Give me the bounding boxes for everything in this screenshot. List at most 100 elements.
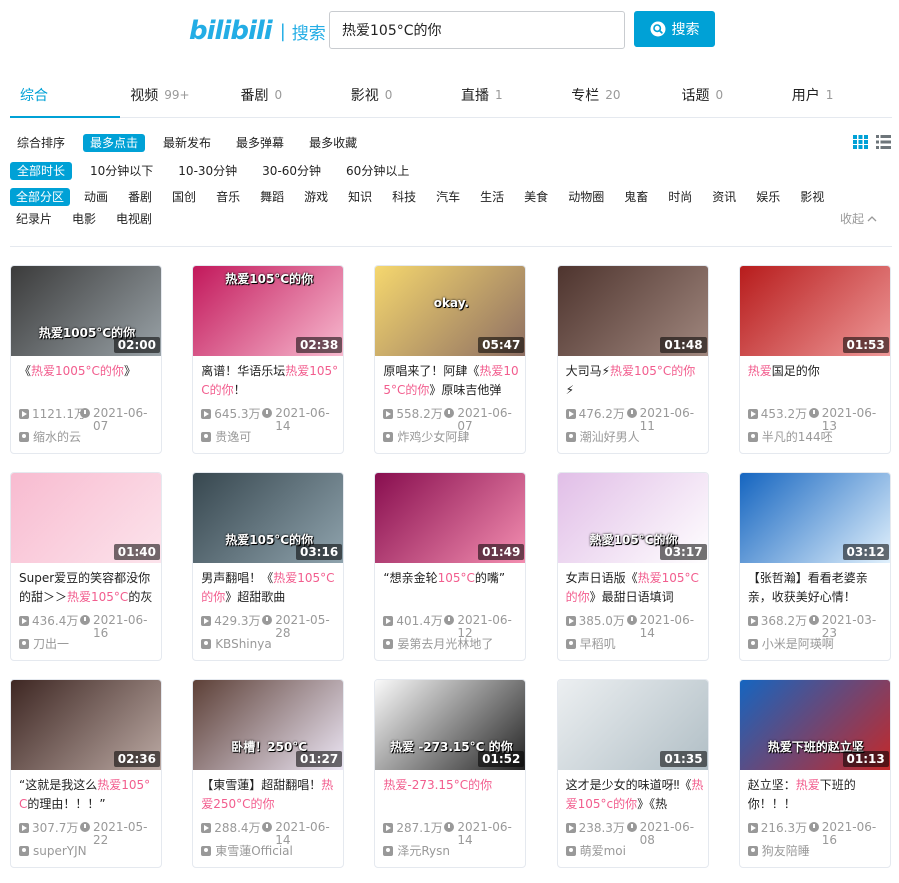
video-card[interactable]: 热爱105°C的你 03:16 男声翻唱！《热爱105°C的你》超甜歌曲 429.3万… (192, 472, 345, 661)
uploader[interactable]: 萌爱moi (565, 844, 626, 858)
video-title[interactable]: 大司马⚡热爱105°C的你 ⚡ (566, 362, 704, 400)
zone-chip[interactable]: 科技 (386, 188, 422, 206)
video-title[interactable]: 这才是少女的味道呀‼《热爱105°c的你》《热 (566, 776, 704, 814)
zone-chip[interactable]: 全部分区 (10, 188, 71, 206)
duration-chip[interactable]: 10-30分钟 (171, 162, 244, 180)
video-thumbnail[interactable]: 卧槽！250°C 01:27 (193, 680, 344, 770)
video-thumbnail[interactable]: 01:53 (739, 266, 890, 356)
video-card[interactable]: 热爱 -273.15°C 的你 01:52 热爱-273.15°C的你 287.1万 2… (374, 679, 527, 868)
duration-chip[interactable]: 60分钟以上 (339, 162, 416, 180)
zone-chip[interactable]: 电视剧 (110, 210, 158, 228)
search-input[interactable] (330, 12, 624, 48)
search-button[interactable]: 搜索 (634, 11, 715, 47)
zone-chip[interactable]: 纪录片 (10, 210, 58, 228)
video-card[interactable]: okay. 05:47 原唱来了！阿肆《热爱105°C的你》原味吉他弹 558.2万 2… (374, 265, 527, 454)
video-card[interactable]: 01:35 这才是少女的味道呀‼《热爱105°c的你》《热 238.3万 2021-0… (556, 679, 709, 868)
uploader[interactable]: superYJN (19, 844, 87, 858)
video-title[interactable]: 热爱-273.15°C的你 (383, 776, 521, 814)
video-title[interactable]: 《热爱1005°C的你》 (19, 362, 157, 400)
sort-chip[interactable]: 最多弹幕 (229, 134, 291, 152)
sort-chip[interactable]: 最多收藏 (302, 134, 364, 152)
uploader[interactable]: 炸鸡少女阿肆 (383, 430, 469, 444)
uploader[interactable]: 泽元Rysn (383, 844, 450, 858)
video-thumbnail[interactable]: 01:48 (557, 266, 708, 356)
grid-view-icon[interactable] (853, 135, 868, 149)
sort-chip[interactable]: 综合排序 (10, 134, 72, 152)
zone-chip[interactable]: 游戏 (298, 188, 334, 206)
duration-chip[interactable]: 30-60分钟 (255, 162, 328, 180)
video-card[interactable]: 热爱下班的赵立坚 01:13 赵立坚：热爱下班的你！！！ 216.3万 2021-06-… (738, 679, 891, 868)
video-card[interactable]: 02:36 “这就是我这么热爱105°C的理由！！！” 307.7万 2021-05-… (10, 679, 162, 868)
video-thumbnail[interactable]: 热爱105°C的你 03:16 (193, 473, 344, 563)
video-title[interactable]: “这就是我这么热爱105°C的理由！！！” (19, 776, 157, 814)
duration-chip[interactable]: 全部时长 (10, 162, 73, 180)
video-thumbnail[interactable]: 熱愛105°C的你 03:17 (557, 473, 708, 563)
uploader[interactable]: 小米是阿瑛啊 (747, 637, 834, 651)
sort-chip[interactable]: 最新发布 (156, 134, 218, 152)
zone-chip[interactable]: 音乐 (210, 188, 246, 206)
video-title[interactable]: 赵立坚：热爱下班的你！！！ (748, 776, 886, 814)
tab-7[interactable]: 用户 1 (782, 72, 892, 117)
video-card[interactable]: 03:12 【张哲瀚】看看老婆亲亲，收获美好心情！ 368.2万 2021-03-23… (738, 472, 891, 661)
tab-5[interactable]: 专栏 20 (561, 72, 671, 117)
video-title[interactable]: “想亲金轮105°C的嘴” (383, 569, 521, 607)
zone-chip[interactable]: 美食 (518, 188, 554, 206)
uploader[interactable]: 潮汕好男人 (565, 430, 640, 444)
uploader[interactable]: 半凡的144呸 (747, 430, 833, 444)
zone-chip[interactable]: 生活 (474, 188, 510, 206)
sort-chip[interactable]: 最多点击 (83, 134, 146, 152)
video-thumbnail[interactable]: 02:36 (11, 680, 161, 770)
uploader[interactable]: KBShinya (201, 637, 272, 651)
uploader[interactable]: 狗友陪睡 (747, 844, 810, 858)
video-card[interactable]: 卧槽！250°C 01:27 【東雪蓮】超甜翻唱！热爱250°C的你 288.4万 20… (192, 679, 345, 868)
zone-chip[interactable]: 时尚 (662, 188, 698, 206)
uploader[interactable]: 晏第去月光林地了 (383, 637, 493, 651)
zone-chip[interactable]: 汽车 (430, 188, 466, 206)
zone-chip[interactable]: 影视 (794, 188, 830, 206)
zone-chip[interactable]: 电影 (66, 210, 102, 228)
zone-chip[interactable]: 舞蹈 (254, 188, 290, 206)
video-title[interactable]: 离谱！华语乐坛热爱105°C的你！ (201, 362, 339, 400)
zone-chip[interactable]: 动画 (78, 188, 114, 206)
zone-chip[interactable]: 动物圈 (562, 188, 610, 206)
video-title[interactable]: 女声日语版《热爱105°C的你》最甜日语填词 (566, 569, 704, 607)
video-title[interactable]: 【東雪蓮】超甜翻唱！热爱250°C的你 (201, 776, 339, 814)
duration-chip[interactable]: 10分钟以下 (83, 162, 160, 180)
video-card[interactable]: 01:49 “想亲金轮105°C的嘴” 401.4万 2021-06-12 晏第去月光林… (374, 472, 527, 661)
tab-0[interactable]: 综合 (10, 72, 121, 118)
zone-chip[interactable]: 国创 (166, 188, 202, 206)
video-card[interactable]: 01:48 大司马⚡热爱105°C的你 ⚡ 476.2万 2021-06-11 潮汕好男人 (556, 265, 709, 454)
tab-3[interactable]: 影视 0 (341, 72, 451, 117)
video-title[interactable]: 男声翻唱！《热爱105°C的你》超甜歌曲 (201, 569, 339, 607)
video-thumbnail[interactable]: 01:40 (11, 473, 161, 563)
video-title[interactable]: 【张哲瀚】看看老婆亲亲，收获美好心情！ (748, 569, 886, 607)
zone-chip[interactable]: 娱乐 (750, 188, 786, 206)
video-thumbnail[interactable]: 01:35 (557, 680, 708, 770)
video-card[interactable]: 01:40 Super爱豆的笑容都没你的甜＞＞热爱105°C的灰 436.4万 202… (10, 472, 162, 661)
video-card[interactable]: 01:53 热爱国足的你 453.2万 2021-06-13 半凡的144呸 (738, 265, 891, 454)
zone-chip[interactable]: 鬼畜 (618, 188, 654, 206)
uploader[interactable]: 缩水的云 (19, 430, 81, 444)
video-thumbnail[interactable]: 热爱下班的赵立坚 01:13 (739, 680, 890, 770)
tab-2[interactable]: 番剧 0 (231, 72, 341, 117)
bilibili-logo[interactable]: bilibili | 搜索 (189, 16, 326, 46)
video-card[interactable]: 热爱105°C的你 02:38 离谱！华语乐坛热爱105°C的你！ 645.3万 202… (192, 265, 345, 454)
video-title[interactable]: 原唱来了！阿肆《热爱105°C的你》原味吉他弹 (383, 362, 521, 400)
uploader[interactable]: 東雪蓮Official (201, 844, 293, 858)
zone-chip[interactable]: 番剧 (122, 188, 158, 206)
tab-6[interactable]: 话题 0 (672, 72, 782, 117)
uploader[interactable]: 刀出一 (19, 637, 69, 651)
tab-4[interactable]: 直播 1 (451, 72, 561, 117)
tab-1[interactable]: 视频 99+ (120, 72, 230, 117)
zone-chip[interactable]: 资讯 (706, 188, 742, 206)
video-thumbnail[interactable]: 热爱105°C的你 02:38 (193, 266, 344, 356)
uploader[interactable]: 早稻叽 (565, 637, 616, 651)
video-thumbnail[interactable]: 03:12 (739, 473, 890, 563)
video-title[interactable]: Super爱豆的笑容都没你的甜＞＞热爱105°C的灰 (19, 569, 157, 607)
collapse-filters-button[interactable]: 收起 (840, 210, 877, 227)
video-thumbnail[interactable]: okay. 05:47 (375, 266, 526, 356)
uploader[interactable]: 贵逸可 (201, 430, 251, 444)
video-card[interactable]: 熱愛105°C的你 03:17 女声日语版《热爱105°C的你》最甜日语填词 385.… (556, 472, 709, 661)
video-thumbnail[interactable]: 热爱1005°C的你 02:00 (11, 266, 161, 356)
video-thumbnail[interactable]: 01:49 (375, 473, 526, 563)
